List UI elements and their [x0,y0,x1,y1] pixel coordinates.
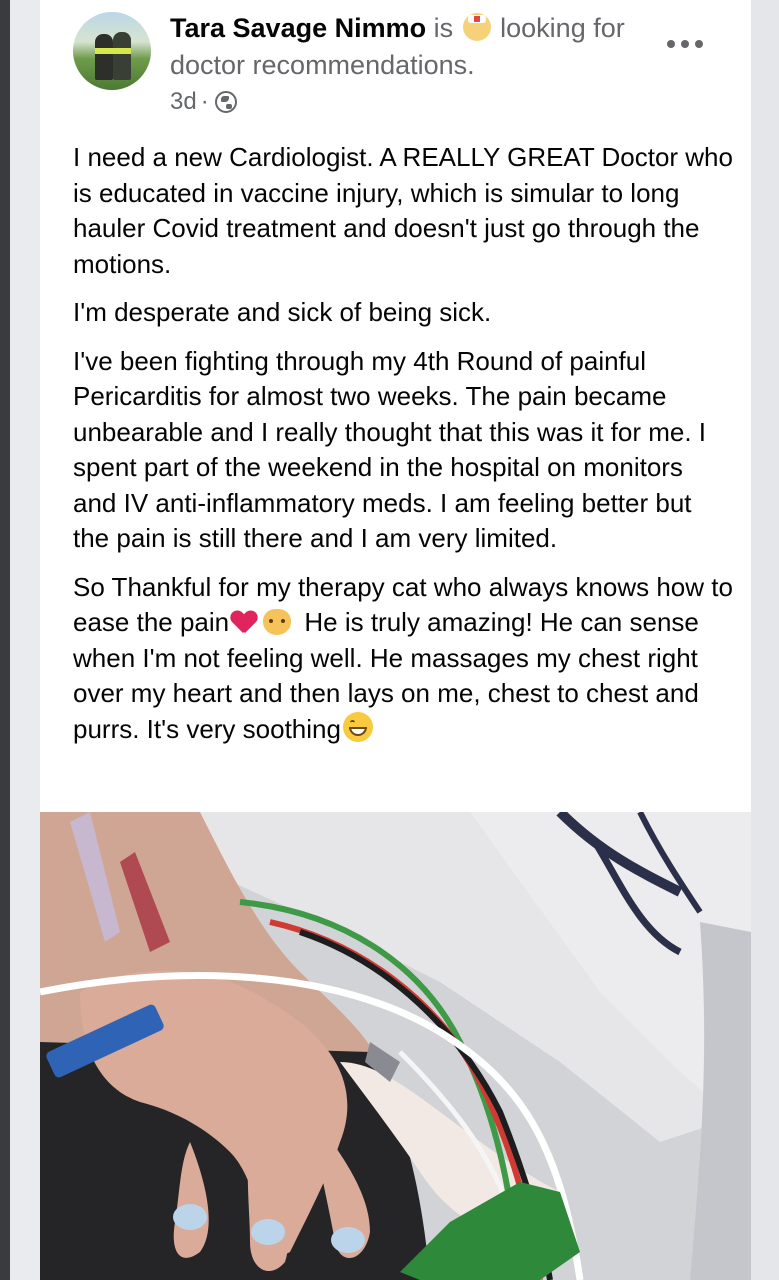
post-paragraph: So Thankful for my therapy cat who alway… [73,570,733,748]
post-meta: 3d · [170,88,237,116]
author-line: Tara Savage Nimmo is looking for doctor … [170,10,650,84]
heart-icon [231,609,257,635]
more-dot [667,40,675,48]
activity-prefix: is [433,13,454,43]
more-options-button[interactable] [667,32,703,56]
author-name[interactable]: Tara Savage Nimmo [170,13,426,43]
avatar-person [113,32,131,80]
more-dot [681,40,689,48]
meta-separator: · [200,88,209,115]
hospital-photo [40,812,751,1280]
post-card: Tara Savage Nimmo is looking for doctor … [40,0,751,1280]
post-photo[interactable] [40,812,751,1280]
post-header: Tara Savage Nimmo is looking for doctor … [40,0,751,130]
doctor-emoji-icon [462,13,491,41]
avatar-vest [95,48,131,54]
left-edge [0,0,10,1280]
globe-icon [214,91,237,113]
post-paragraph: I'm desperate and sick of being sick. [73,297,492,327]
timestamp[interactable]: 3d [170,88,197,116]
avatar[interactable] [73,12,151,90]
post-paragraph: I need a new Cardiologist. A REALLY GREA… [73,142,733,279]
post-body: I need a new Cardiologist. A REALLY GREA… [73,140,733,760]
cat-icon [263,609,292,635]
avatar-person [95,34,113,80]
more-dot [695,40,703,48]
right-edge [751,0,779,1280]
grinning-face-icon [342,711,373,742]
post-paragraph: I've been fighting through my 4th Round … [73,345,707,554]
